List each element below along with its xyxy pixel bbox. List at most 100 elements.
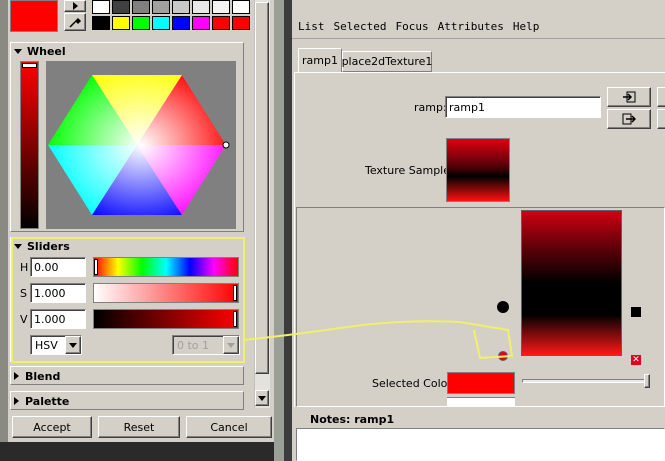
color-swatch[interactable]	[172, 0, 190, 14]
menu-item-focus[interactable]: Focus	[395, 20, 428, 36]
h-field[interactable]: 0.00	[30, 257, 86, 277]
dropdown-arrow-button[interactable]	[223, 336, 239, 354]
menu-item-attributes[interactable]: Attributes	[438, 20, 504, 36]
v-slider-handle[interactable]	[233, 311, 237, 327]
value-slider-handle[interactable]	[22, 63, 37, 68]
collapse-icon	[14, 243, 22, 249]
color-hexagon[interactable]	[46, 61, 236, 229]
selected-color-swatch[interactable]	[447, 372, 515, 394]
eyedropper-icon	[69, 17, 82, 28]
ramp-label: ramp:	[414, 101, 447, 114]
color-swatch[interactable]	[232, 0, 250, 14]
tab-ramp1[interactable]: ramp1	[298, 48, 342, 72]
notes-textarea[interactable]	[296, 428, 665, 461]
current-color-swatch[interactable]	[10, 0, 58, 32]
selected-color-slider-track[interactable]	[522, 379, 650, 383]
h-slider[interactable]	[93, 257, 239, 277]
color-swatch[interactable]	[212, 0, 230, 14]
s-slider[interactable]	[93, 283, 239, 303]
menu-item-help[interactable]: Help	[513, 20, 540, 36]
arrow-right-icon	[72, 2, 78, 10]
menu-item-selected[interactable]: Selected	[334, 20, 387, 36]
range-value: 0 to 1	[177, 338, 210, 352]
s-slider-handle[interactable]	[233, 285, 237, 301]
h-label: H	[20, 261, 29, 274]
left-bottom-strip	[0, 442, 282, 461]
color-swatch[interactable]	[132, 16, 150, 30]
palette-title: Palette	[25, 394, 70, 408]
mode-dropdown[interactable]: HSV	[30, 335, 82, 355]
window-gap-dark	[284, 0, 292, 461]
color-swatch[interactable]	[192, 0, 210, 14]
color-swatch[interactable]	[92, 16, 110, 30]
ramp-position-handle-black[interactable]	[497, 301, 509, 313]
value-slider-bar[interactable]	[20, 61, 39, 229]
color-swatch[interactable]	[212, 16, 230, 30]
selected-position-row	[447, 397, 515, 407]
ramp-interpolation-square[interactable]	[631, 307, 641, 317]
palette-header[interactable]: Palette	[14, 394, 69, 408]
ramp-delete-entry-icon[interactable]: ✕	[631, 355, 641, 365]
scroll-thumb[interactable]	[255, 2, 269, 374]
side-button-1[interactable]	[657, 87, 665, 107]
h-slider-handle[interactable]	[94, 259, 98, 275]
reset-button[interactable]: Reset	[98, 416, 180, 438]
swatch-grid	[92, 0, 252, 32]
cancel-button[interactable]: Cancel	[186, 416, 272, 438]
blend-header[interactable]: Blend	[14, 369, 60, 383]
color-swatch[interactable]	[232, 16, 250, 30]
wheel-selector[interactable]	[222, 141, 230, 149]
attribute-editor-window: List Selected Focus Attributes Help ramp1 pl…	[292, 0, 665, 461]
wheel-title: Wheel	[27, 44, 66, 58]
chevron-down-icon	[258, 395, 266, 401]
v-field[interactable]: 1.000	[30, 309, 86, 329]
wheel-header[interactable]: Wheel	[14, 44, 66, 58]
selected-color-slider-handle[interactable]	[644, 374, 650, 388]
scroll-down-button[interactable]	[255, 390, 269, 406]
collapse-icon	[14, 48, 22, 54]
menu-separator	[292, 38, 665, 39]
color-wheel-area[interactable]	[46, 61, 236, 229]
color-chooser-window: Wheel Sliders H 0.00 S 1.000 V 1.000 HSV…	[8, 0, 274, 442]
side-button-2[interactable]	[657, 109, 665, 129]
chevron-down-icon	[227, 342, 235, 348]
tab-place2dtexture1[interactable]: place2dTexture1	[342, 51, 432, 72]
left-backdrop	[0, 0, 8, 461]
color-swatch[interactable]	[112, 16, 130, 30]
v-slider[interactable]	[93, 309, 239, 329]
eyedropper-button[interactable]	[64, 13, 86, 31]
notes-title: Notes: ramp1	[310, 413, 395, 426]
color-swatch[interactable]	[172, 16, 190, 30]
texture-sample-swatch[interactable]	[446, 138, 510, 202]
range-dropdown[interactable]: 0 to 1	[172, 335, 240, 355]
color-swatch[interactable]	[92, 0, 110, 14]
tab-ramp1-label: ramp1	[302, 54, 338, 67]
v-label: V	[20, 313, 28, 326]
menu-item-list[interactable]: List	[298, 20, 325, 36]
ramp-gradient[interactable]	[521, 210, 622, 356]
ramp-position-handle-red[interactable]	[498, 351, 508, 361]
expand-icon	[14, 397, 19, 405]
expand-icon	[14, 372, 19, 380]
color-swatch[interactable]	[152, 16, 170, 30]
s-field[interactable]: 1.000	[30, 283, 86, 303]
chevron-down-icon	[69, 342, 77, 348]
mode-value: HSV	[35, 338, 58, 352]
menu-bar: List Selected Focus Attributes Help	[298, 20, 539, 36]
color-swatch[interactable]	[152, 0, 170, 14]
arrow-right-button[interactable]	[64, 0, 86, 12]
ramp-name-field[interactable]: ramp1	[445, 96, 601, 118]
sliders-header[interactable]: Sliders	[14, 239, 70, 253]
color-swatch[interactable]	[132, 0, 150, 14]
sliders-title: Sliders	[27, 239, 70, 253]
dropdown-arrow-button[interactable]	[65, 336, 81, 354]
top-gap	[292, 0, 665, 16]
accept-button[interactable]: Accept	[12, 416, 92, 438]
output-connections-button[interactable]	[607, 109, 651, 129]
load-attributes-button[interactable]	[607, 87, 651, 107]
texture-sample-label: Texture Sample	[365, 164, 451, 177]
window-gap	[274, 0, 284, 461]
s-label: S	[20, 287, 27, 300]
color-swatch[interactable]	[112, 0, 130, 14]
color-swatch[interactable]	[192, 16, 210, 30]
